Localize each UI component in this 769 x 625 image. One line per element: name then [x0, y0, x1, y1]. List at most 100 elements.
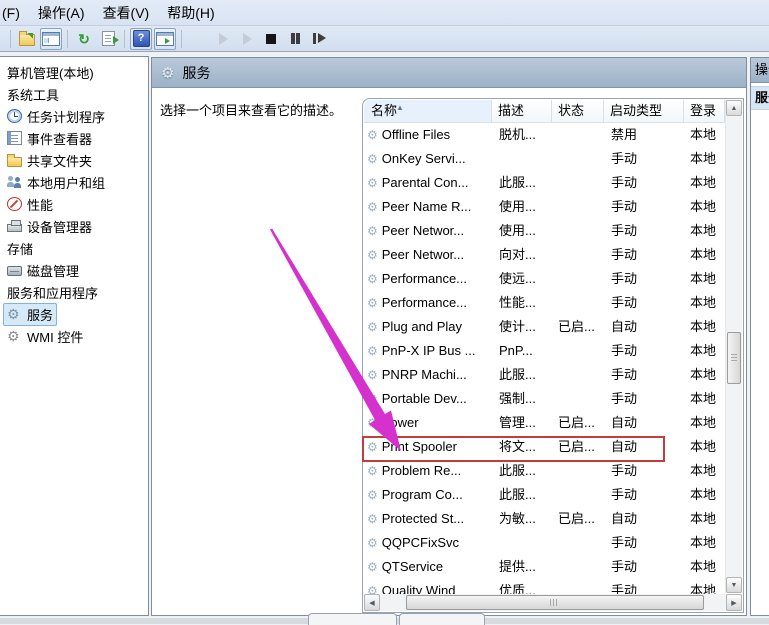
tree-item[interactable]: 服务和应用程序: [0, 281, 148, 303]
column-header-status[interactable]: 状态: [552, 100, 604, 123]
service-startup-type: 手动: [604, 339, 684, 363]
menu-item[interactable]: (F): [0, 2, 29, 24]
export-list-button[interactable]: [97, 28, 119, 50]
service-logon-as: 本地: [684, 387, 716, 411]
service-logon-as: 本地: [684, 459, 716, 483]
menu-item[interactable]: 操作(A): [29, 0, 94, 26]
tree-item[interactable]: 性能: [0, 193, 148, 215]
tree-item[interactable]: 存储: [0, 237, 148, 259]
table-row[interactable]: ⚙Problem Re...此服...手动本地: [364, 459, 725, 483]
tree-item[interactable]: 设备管理器: [0, 215, 148, 237]
table-row[interactable]: ⚙Print Spooler将文...已启...自动本地: [364, 435, 725, 459]
column-header-logon[interactable]: 登录: [684, 100, 725, 123]
column-header-startup[interactable]: 启动类型: [604, 100, 684, 123]
table-row[interactable]: ⚙Peer Name R...使用...手动本地: [364, 195, 725, 219]
view-tab[interactable]: [399, 613, 485, 625]
service-name-cell: ⚙Plug and Play: [364, 315, 492, 339]
service-status: 已启...: [552, 435, 604, 459]
performance-icon: [7, 197, 22, 211]
service-startup-type: 手动: [604, 195, 684, 219]
service-name-cell: ⚙Protected St...: [364, 507, 492, 531]
service-logon-as: 本地: [684, 195, 716, 219]
tree-item[interactable]: 本地用户和组: [0, 171, 148, 193]
table-row[interactable]: ⚙Offline Files脱机...禁用本地: [364, 123, 725, 147]
tree-item[interactable]: 事件查看器: [0, 127, 148, 149]
service-name: PNRP Machi...: [382, 363, 467, 387]
scroll-up-button[interactable]: ▲: [726, 100, 742, 116]
service-status: [552, 459, 604, 483]
service-gear-icon: ⚙: [367, 579, 378, 594]
service-table-header: 名称▲描述状态启动类型登录: [364, 100, 725, 123]
service-status: [552, 291, 604, 315]
table-row[interactable]: ⚙Performance...使远...手动本地: [364, 267, 725, 291]
scroll-left-button[interactable]: ◀: [364, 594, 380, 611]
table-row[interactable]: ⚙PnP-X IP Bus ...PnP...手动本地: [364, 339, 725, 363]
service-startup-type: 手动: [604, 243, 684, 267]
table-row[interactable]: ⚙Protected St...为敏...已启...自动本地: [364, 507, 725, 531]
show-console-tree-button[interactable]: [40, 28, 62, 50]
service-gear-icon: ⚙: [367, 387, 378, 411]
resume-service-button[interactable]: [236, 28, 258, 50]
open-folder-button[interactable]: [16, 28, 38, 50]
scroll-right-button[interactable]: ▶: [726, 594, 742, 611]
service-startup-type: 自动: [604, 315, 684, 339]
service-gear-icon: ⚙: [367, 267, 378, 291]
service-description: 管理...: [492, 411, 552, 435]
menu-item[interactable]: 查看(V): [94, 0, 159, 26]
actions-item-services[interactable]: 服务: [751, 86, 769, 110]
table-row[interactable]: ⚙Parental Con...此服...手动本地: [364, 171, 725, 195]
tree-item[interactable]: 算机管理(本地): [0, 61, 148, 83]
table-row[interactable]: ⚙Power管理...已启...自动本地: [364, 411, 725, 435]
service-name-cell: ⚙Peer Networ...: [364, 219, 492, 243]
show-action-pane-button[interactable]: [154, 28, 176, 50]
horizontal-scrollbar-thumb[interactable]: [406, 595, 704, 610]
table-row[interactable]: ⚙Peer Networ...使用...手动本地: [364, 219, 725, 243]
vertical-scrollbar-thumb[interactable]: [727, 332, 741, 384]
menu-item[interactable]: 帮助(H): [158, 0, 223, 26]
table-row[interactable]: ⚙Quality Wind优质...手动本地: [364, 579, 725, 594]
tree-item[interactable]: 服务: [0, 303, 148, 325]
horizontal-scrollbar-track[interactable]: [380, 594, 726, 611]
table-row[interactable]: ⚙Portable Dev...强制...手动本地: [364, 387, 725, 411]
tree-item[interactable]: 磁盘管理: [0, 259, 148, 281]
help-button[interactable]: ?: [130, 28, 152, 50]
refresh-button[interactable]: ↻: [73, 28, 95, 50]
table-row[interactable]: ⚙PNRP Machi...此服...手动本地: [364, 363, 725, 387]
service-startup-type: 手动: [604, 291, 684, 315]
service-startup-type: 手动: [604, 219, 684, 243]
scroll-right-icon: ▶: [731, 599, 736, 607]
services-pane: ⚙ 服务 选择一个项目来查看它的描述。 名称▲描述状态启动类型登录 ⚙Offli…: [151, 57, 747, 616]
table-row[interactable]: ⚙Performance...性能...手动本地: [364, 291, 725, 315]
horizontal-scrollbar[interactable]: ◀ ▶: [364, 594, 742, 611]
service-name-cell: ⚙Performance...: [364, 291, 492, 315]
start-service-icon: [219, 33, 228, 45]
service-description: 提供...: [492, 555, 552, 579]
restart-service-button[interactable]: [308, 28, 330, 50]
table-row[interactable]: ⚙QQPCFixSvc手动本地: [364, 531, 725, 555]
service-name: Quality Wind: [382, 579, 456, 594]
scroll-down-button[interactable]: ▼: [726, 577, 742, 593]
tree-item[interactable]: 系统工具: [0, 83, 148, 105]
stop-service-icon: [266, 34, 276, 44]
column-header-desc[interactable]: 描述: [492, 100, 552, 123]
service-description: 脱机...: [492, 123, 552, 147]
table-row[interactable]: ⚙Plug and Play使计...已启...自动本地: [364, 315, 725, 339]
view-tab[interactable]: [308, 613, 397, 625]
tree-item[interactable]: 任务计划程序: [0, 105, 148, 127]
tree-item[interactable]: WMI 控件: [0, 325, 148, 347]
column-header-name[interactable]: 名称▲: [364, 100, 492, 123]
service-name: PnP-X IP Bus ...: [382, 339, 476, 363]
tree-item[interactable]: 共享文件夹: [0, 149, 148, 171]
vertical-scrollbar[interactable]: ▲ ▼: [725, 100, 742, 593]
pause-service-button[interactable]: [284, 28, 306, 50]
table-row[interactable]: ⚙OnKey Servi...手动本地: [364, 147, 725, 171]
table-row[interactable]: ⚙Peer Networ...向对...手动本地: [364, 243, 725, 267]
tree-item-label: 系统工具: [7, 85, 59, 104]
table-row[interactable]: ⚙QTService提供...手动本地: [364, 555, 725, 579]
stop-service-button[interactable]: [260, 28, 282, 50]
service-gear-icon: ⚙: [367, 555, 378, 579]
start-service-button[interactable]: [212, 28, 234, 50]
service-description: 此服...: [492, 459, 552, 483]
table-row[interactable]: ⚙Program Co...此服...手动本地: [364, 483, 725, 507]
services-gear-icon: ⚙: [161, 64, 174, 82]
